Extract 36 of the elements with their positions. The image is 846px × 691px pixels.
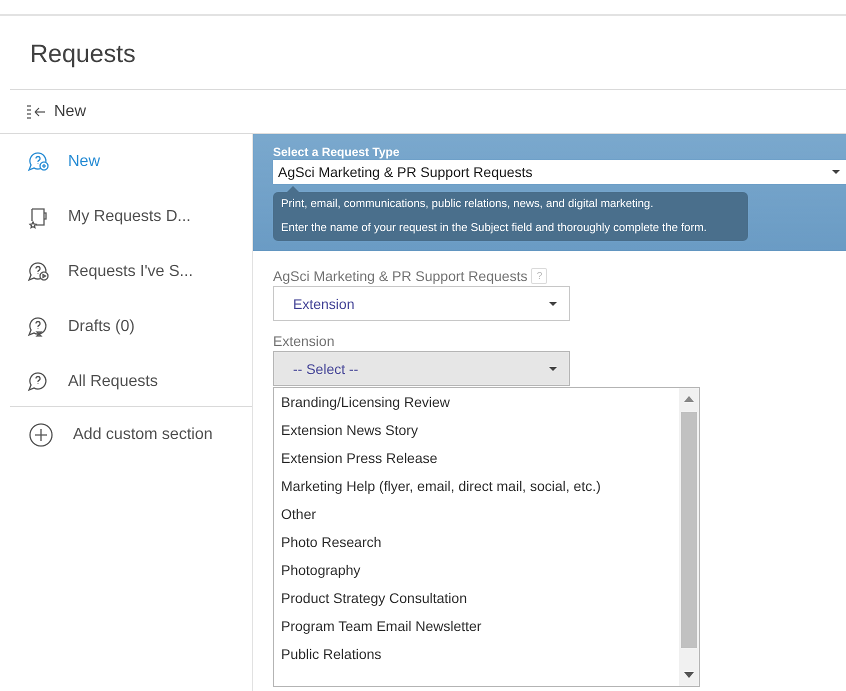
question-bubble-icon xyxy=(27,150,51,174)
caret-icon xyxy=(832,170,840,174)
caret-icon xyxy=(549,302,557,306)
field-label: AgSci Marketing & PR Support Requests xyxy=(273,268,528,284)
new-button[interactable]: New xyxy=(26,102,86,120)
dropdown-option[interactable]: Photography xyxy=(281,559,679,587)
question-bubble-icon xyxy=(27,260,51,284)
sidebar-item[interactable]: Drafts (0) xyxy=(10,299,252,354)
dropdown-option[interactable]: Extension News Story xyxy=(281,419,679,447)
scrollbar[interactable] xyxy=(679,388,699,686)
subcategory-select[interactable]: -- Select -- xyxy=(273,351,570,386)
field-label: Extension xyxy=(273,333,334,349)
request-type-select[interactable]: AgSci Marketing & PR Support Requests xyxy=(273,160,846,184)
add-section-button[interactable]: Add custom section xyxy=(10,406,252,463)
dropdown-option[interactable]: Public Relations xyxy=(281,643,679,671)
collapse-menu-icon xyxy=(26,104,48,120)
scroll-up-icon[interactable] xyxy=(684,396,694,402)
dropdown-option[interactable]: Program Team Email Newsletter xyxy=(281,615,679,643)
dropdown-option[interactable]: Other xyxy=(281,503,679,531)
caret-icon xyxy=(549,366,557,370)
dropdown-option[interactable]: Branding/Licensing Review xyxy=(281,391,679,419)
plus-circle-icon xyxy=(29,423,53,447)
category-select[interactable]: Extension xyxy=(273,286,570,321)
dropdown-option[interactable]: Photo Research xyxy=(281,531,679,559)
dropdown-option[interactable]: Product Strategy Consultation xyxy=(281,587,679,615)
tooltip-text: Enter the name of your request in the Subject field and thoroughly complete the form. xyxy=(281,221,708,236)
dropdown-option[interactable]: Marketing Help (flyer, email, direct mail, social, etc.) xyxy=(281,475,679,503)
field-label: Select a Request Type xyxy=(273,145,400,159)
sidebar-item[interactable]: New xyxy=(10,134,252,189)
sidebar-item[interactable]: Requests I've S... xyxy=(10,244,252,299)
tooltip-text: Print, email, communications, public relations, news, and digital marketing. xyxy=(281,197,654,212)
scroll-down-icon[interactable] xyxy=(684,672,694,678)
page-title: Requests xyxy=(10,16,846,90)
sidebar-item[interactable]: All Requests xyxy=(10,354,252,409)
sidebar-item[interactable]: My Requests D... xyxy=(10,189,252,244)
dropdown-option[interactable]: Extension Press Release xyxy=(281,447,679,475)
